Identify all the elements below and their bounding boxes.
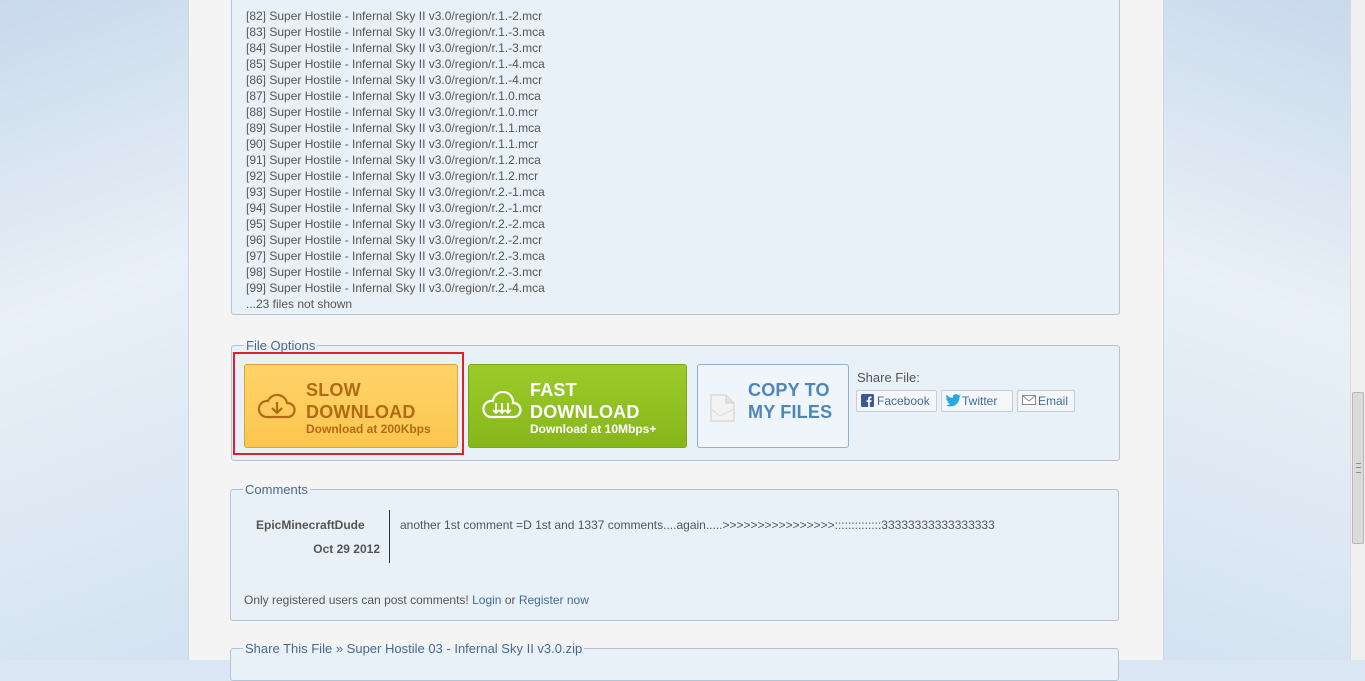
scrollbar-grip-icon: [1356, 463, 1361, 473]
copy-title-line1: COPY TO: [748, 380, 830, 400]
share-twitter-button[interactable]: Twitter: [941, 390, 1013, 412]
copy-title: COPY TO MY FILES: [748, 379, 832, 423]
share-this-file-legend: Share This File » Super Hostile 03 - Inf…: [243, 641, 584, 656]
share-facebook-button[interactable]: Facebook: [856, 390, 937, 412]
document-icon: [710, 394, 735, 422]
comment-login-note: Only registered users can post comments!…: [244, 593, 589, 607]
email-icon: [1022, 395, 1036, 405]
breadcrumb-separator: »: [335, 641, 344, 656]
facebook-label: Facebook: [877, 394, 930, 408]
email-label: Email: [1038, 394, 1069, 408]
background-right: [1162, 0, 1350, 660]
slow-download-button[interactable]: SLOW DOWNLOAD Download at 200Kbps: [244, 364, 458, 448]
share-this-file-label: Share This File: [245, 641, 333, 656]
share-file-label: Share File:: [857, 370, 920, 385]
fast-download-subtitle: Download at 10Mbps+: [530, 422, 657, 436]
fast-download-button[interactable]: FAST DOWNLOAD Download at 10Mbps+: [468, 364, 687, 448]
fast-title-line1: FAST: [530, 380, 577, 400]
or-text: or: [504, 593, 516, 607]
background-left: [0, 0, 188, 660]
copy-title-line2: MY FILES: [748, 402, 833, 422]
share-filename: Super Hostile 03 - Infernal Sky II v3.0.…: [346, 641, 583, 656]
fast-download-title: FAST DOWNLOAD: [530, 379, 640, 423]
share-email-button[interactable]: Email: [1017, 390, 1075, 412]
slow-download-subtitle: Download at 200Kbps: [306, 422, 431, 436]
login-link[interactable]: Login: [472, 593, 501, 607]
register-link[interactable]: Register now: [519, 593, 589, 607]
slow-title-line1: SLOW: [306, 380, 361, 400]
page-overlay: SLOW DOWNLOAD Download at 200Kbps FAST D…: [188, 0, 1162, 681]
comment-divider: [389, 510, 390, 563]
slow-title-line2: DOWNLOAD: [306, 402, 416, 422]
comments-legend: Comments: [245, 482, 308, 497]
scrollbar-thumb[interactable]: [1352, 392, 1364, 544]
slow-download-title: SLOW DOWNLOAD: [306, 379, 416, 423]
comment-text: another 1st comment =D 1st and 1337 comm…: [400, 518, 995, 532]
twitter-icon: [946, 394, 961, 407]
comment-date: Oct 29 2012: [313, 542, 380, 556]
facebook-icon: [861, 394, 874, 407]
comment-author[interactable]: EpicMinecraftDude: [256, 518, 365, 532]
share-this-file-box: Share This File » Super Hostile 03 - Inf…: [230, 641, 1119, 681]
cloud-download-icon: [482, 391, 522, 419]
comment-note-text: Only registered users can post comments!: [244, 593, 469, 607]
copy-to-my-files-button[interactable]: COPY TO MY FILES: [697, 364, 849, 448]
fast-title-line2: DOWNLOAD: [530, 402, 640, 422]
page-scrollbar[interactable]: [1350, 0, 1365, 660]
cloud-download-icon: [257, 393, 296, 419]
twitter-label: Twitter: [962, 394, 998, 408]
